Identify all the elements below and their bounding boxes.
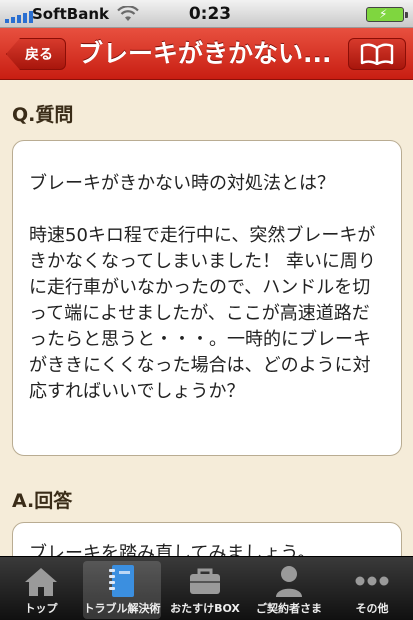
- toolbox-icon: [185, 562, 225, 600]
- tab-label: その他: [355, 602, 389, 615]
- home-icon: [21, 562, 61, 600]
- person-icon: [269, 562, 309, 600]
- wifi-icon: [117, 6, 139, 21]
- tab-more[interactable]: その他: [333, 561, 411, 619]
- tab-top[interactable]: トップ: [2, 561, 80, 619]
- tab-help-box[interactable]: おたすけBOX: [166, 561, 244, 619]
- signal-strength-icon: [5, 11, 33, 23]
- question-body: ブレーキがきかない時の対処法とは？ 時速50キロ程で走行中に、突然ブレーキがきか…: [29, 173, 376, 402]
- tab-label: おたすけBOX: [170, 602, 240, 615]
- battery-icon: ⚡: [366, 7, 408, 22]
- carrier-name: SoftBank: [32, 5, 110, 23]
- bookmark-button[interactable]: [348, 38, 406, 70]
- question-card: ブレーキがきかない時の対処法とは？ 時速50キロ程で走行中に、突然ブレーキがきか…: [12, 140, 402, 456]
- question-heading: Q.質問: [12, 104, 74, 126]
- status-bar: SoftBank 0:23 ⚡: [0, 0, 413, 28]
- tab-label: トラブル解決術: [83, 602, 161, 615]
- tab-label: ご契約者さま: [256, 602, 322, 615]
- tab-bar: トップ トラブル解決術 おたすけBOX ご契約者さま その他: [0, 556, 413, 620]
- tab-label: トップ: [24, 602, 58, 615]
- back-button[interactable]: 戻る: [6, 38, 66, 70]
- navigation-bar: 戻る ブレーキがきかない...: [0, 28, 413, 80]
- tab-trouble-solutions[interactable]: トラブル解決術: [83, 561, 161, 619]
- answer-heading: A.回答: [12, 490, 73, 512]
- more-icon: [352, 562, 392, 600]
- status-time: 0:23: [188, 4, 232, 24]
- page-title: ブレーキがきかない...: [78, 39, 332, 68]
- tab-subscribers[interactable]: ご契約者さま: [250, 561, 328, 619]
- book-icon: [360, 43, 394, 65]
- notebook-icon: [102, 562, 142, 600]
